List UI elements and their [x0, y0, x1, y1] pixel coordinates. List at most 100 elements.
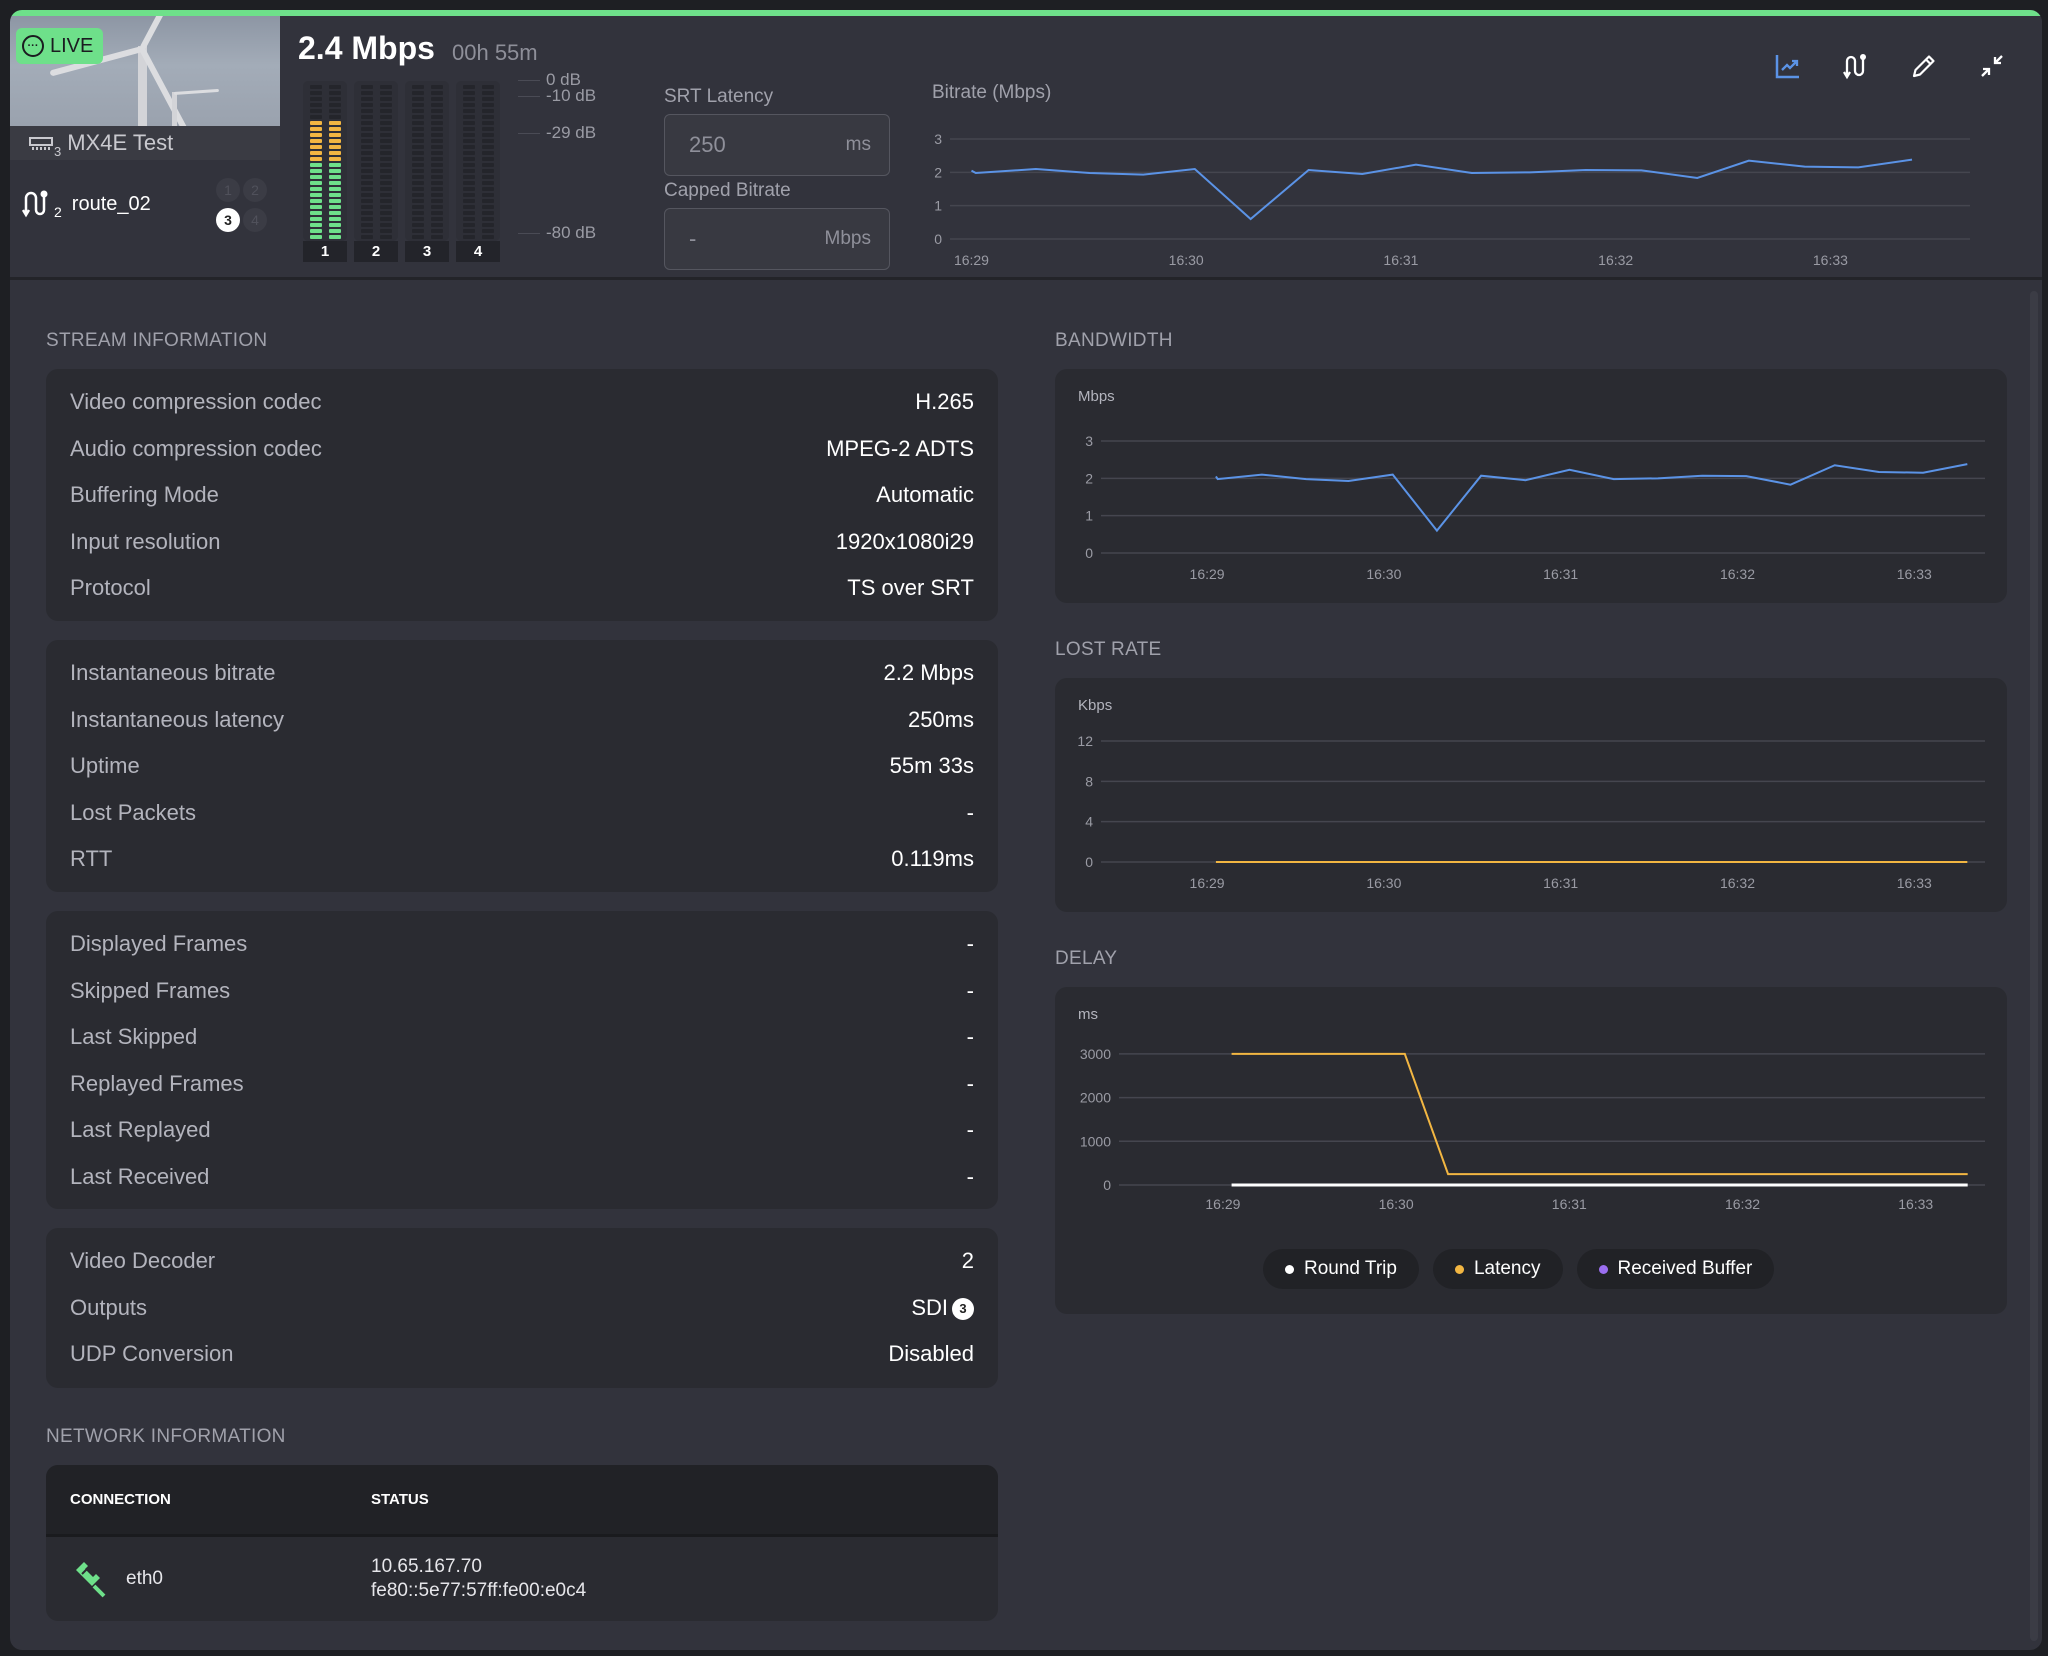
route-name: route_02: [71, 192, 151, 215]
meter-segment: [411, 169, 424, 173]
scrollbar[interactable]: [2030, 291, 2038, 1641]
legend-label: Received Buffer: [1617, 1258, 1753, 1279]
info-value-text: -: [966, 977, 974, 1003]
meter-segment: [462, 151, 475, 155]
meter-segment: [411, 121, 424, 125]
meter-label: 3: [405, 241, 449, 262]
meter-segment: [430, 151, 443, 155]
legend-label: Latency: [1473, 1258, 1541, 1279]
meter-segment: [379, 169, 392, 173]
meter-segment: [481, 91, 494, 95]
info-label: Skipped Frames: [70, 977, 231, 1003]
output-slot[interactable]: 4: [243, 207, 267, 232]
bandwidth-panel: Mbps 0 1 2 3 16:29 16:30 16:31 16:32 16:33: [1055, 369, 2007, 603]
table-row[interactable]: eth0 10.65.167.70 fe80::5e77:57ff:fe00:e…: [46, 1537, 998, 1621]
meter-segment: [379, 229, 392, 233]
meter-segment: [430, 145, 443, 149]
delay-panel: ms 0 1000 2000 3000 16:29 16:30 16:31 16:32 16:33…: [1055, 987, 2007, 1314]
route-icon: [1843, 54, 1866, 80]
x-tick-label: 16:31: [1383, 252, 1418, 268]
meter-segment: [360, 145, 373, 149]
capped-bitrate-input[interactable]: - Mbps: [664, 208, 890, 270]
meter-segment: [481, 217, 494, 221]
x-tick-label: 16:33: [1897, 875, 1932, 891]
info-value: 250ms: [908, 707, 974, 733]
meter-segment: [328, 235, 341, 239]
x-tick-label: 16:32: [1725, 1196, 1760, 1212]
info-row: Last Received -: [70, 1164, 974, 1190]
info-row: Input resolution 1920x1080i29: [70, 529, 974, 555]
meter-segment: [379, 115, 392, 119]
meter-segment: [430, 175, 443, 179]
edit-button[interactable]: [1908, 50, 1940, 82]
meter-segment: [309, 175, 322, 179]
output-slot[interactable]: 3: [216, 207, 240, 232]
meter-segment: [328, 121, 341, 125]
meter-segment: [360, 121, 373, 125]
y-tick-label: 1000: [1080, 1133, 1111, 1149]
stats-button[interactable]: [1772, 50, 1804, 82]
meter-segment: [462, 223, 475, 227]
info-label: Buffering Mode: [70, 482, 219, 507]
lost-rate-title: LOST RATE: [1055, 639, 1162, 660]
col-status: STATUS: [371, 1491, 429, 1508]
device-sub: 3: [54, 143, 62, 159]
route-sub: 2: [54, 204, 62, 220]
meter-segment: [379, 139, 392, 143]
meter-segment: [360, 97, 373, 101]
meter-segment: [481, 163, 494, 167]
meter-segment: [462, 187, 475, 191]
meter-segment: [309, 109, 322, 113]
info-value-text: -: [966, 1070, 974, 1096]
meter-segment: [430, 223, 443, 227]
output-slot[interactable]: 2: [243, 178, 267, 202]
meter-segment: [379, 157, 392, 161]
video-thumbnail[interactable]: ··· LIVE: [10, 16, 280, 126]
meter-segment: [462, 169, 475, 173]
meter-segment: [430, 181, 443, 185]
info-value: -: [967, 931, 974, 957]
edit-icon: [1912, 55, 1935, 78]
info-label: Protocol: [70, 575, 151, 600]
series-line-latency: [1231, 1052, 1968, 1176]
meter-segment: [430, 169, 443, 173]
meter-segment: [379, 121, 392, 125]
srt-latency-input[interactable]: 250 ms: [664, 114, 890, 176]
output-slot[interactable]: 1: [216, 178, 240, 202]
info-label: UDP Conversion: [70, 1341, 234, 1366]
chart-icon: [1775, 55, 1799, 79]
capped-bitrate-label: Capped Bitrate: [664, 180, 791, 201]
legend-item[interactable]: Round Trip: [1263, 1249, 1419, 1289]
x-tick-label: 16:29: [1205, 1196, 1240, 1212]
meter-segment: [411, 85, 424, 89]
meter-segment: [411, 187, 424, 191]
route-button[interactable]: [1840, 50, 1872, 82]
delay-chart: ms 0 1000 2000 3000 16:29 16:30 16:31 16:32 16:33: [1078, 1006, 1985, 1212]
collapse-button[interactable]: [1976, 50, 2008, 82]
y-tick-label: 1: [934, 198, 942, 214]
route-info[interactable]: 2 route_02: [22, 188, 151, 220]
network-info-title: NETWORK INFORMATION: [46, 1426, 286, 1447]
info-row: Replayed Frames -: [70, 1071, 974, 1097]
meter-segment: [309, 229, 322, 233]
meter-segment: [411, 157, 424, 161]
meter-segment: [481, 187, 494, 191]
meter-segment: [462, 127, 475, 131]
info-value: H.265: [915, 389, 974, 415]
meter-segment: [309, 205, 322, 209]
meter-segment: [379, 199, 392, 203]
meter-label: 2: [354, 241, 398, 262]
legend-item[interactable]: Received Buffer: [1576, 1249, 1775, 1289]
meter-segment: [309, 235, 322, 239]
meter-segment: [481, 157, 494, 161]
meter-segment: [309, 103, 322, 107]
meter-segment: [411, 205, 424, 209]
y-tick-label: 3: [1085, 433, 1093, 449]
meter-segment: [411, 109, 424, 113]
meter-segment: [430, 163, 443, 167]
legend-item[interactable]: Latency: [1432, 1249, 1563, 1289]
meter-segment: [411, 163, 424, 167]
meter-segment: [328, 133, 341, 137]
meter-segment: [360, 163, 373, 167]
mini-bitrate-chart: 0 1 2 3 16:29 16:30 16:31 16:32 16:33: [934, 131, 1970, 268]
